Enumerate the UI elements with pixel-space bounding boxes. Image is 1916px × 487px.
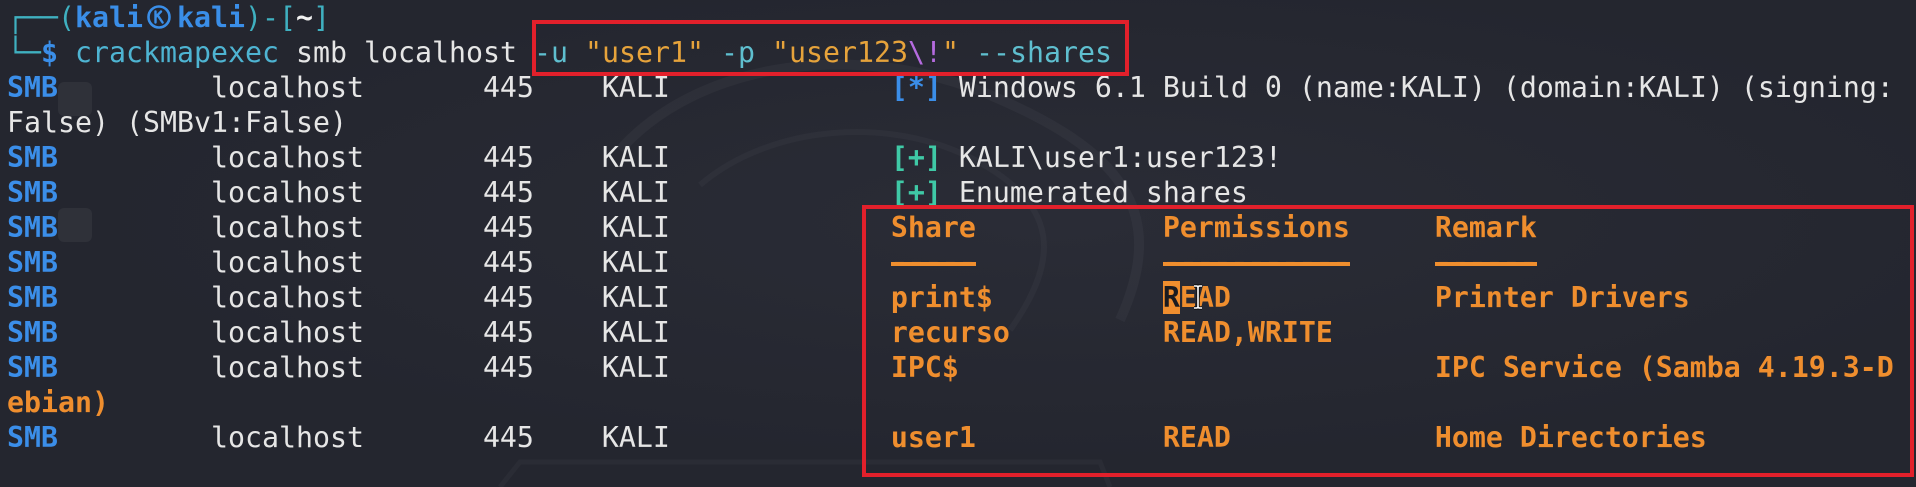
row-protocol: SMB — [7, 211, 58, 244]
command-user-value: "user1" — [584, 36, 704, 69]
share-name: print$ — [890, 281, 993, 314]
output-row-info-wrap: False) (SMBv1:False) — [7, 105, 1894, 140]
share-table-rule: SMB localhost 445 KALI ----- ----------- -----… — [7, 245, 1894, 280]
command-password-open: "user123 — [771, 36, 908, 69]
auth-message: KALI\user1:user123! — [958, 141, 1282, 174]
terminal-window[interactable]: ┌──(kali㉿kali)-[~] └─$ crackmapexec smb … — [0, 0, 1916, 487]
prompt-host: kali — [176, 1, 245, 34]
prompt-directory: ~ — [295, 1, 313, 34]
share-row: SMB localhost 445 KALI recurso READ,WRITE — [7, 315, 1894, 350]
row-host: localhost — [210, 281, 364, 314]
row-host: localhost — [210, 351, 364, 384]
output-row-info: SMB localhost 445 KALI [*] Windows 6.1 Build… — [7, 70, 1894, 105]
row-hostname: KALI — [601, 141, 670, 174]
info-message: Windows 6.1 Build 0 (name:KALI) (domain:… — [958, 71, 1894, 104]
row-port: 445 — [482, 316, 534, 349]
info-message-wrap: False) (SMBv1:False) — [7, 106, 347, 139]
prompt-user: kali — [75, 1, 143, 34]
row-hostname: KALI — [601, 316, 670, 349]
prompt-dir-close: ] — [312, 1, 330, 34]
share-name: IPC$ — [890, 351, 959, 384]
row-port: 445 — [482, 176, 534, 209]
row-hostname: KALI — [601, 281, 670, 314]
terminal-output: ┌──(kali㉿kali)-[~] └─$ crackmapexec smb … — [7, 0, 1894, 455]
row-host: localhost — [210, 211, 364, 244]
command-password-escape: \! — [907, 36, 942, 69]
row-port: 445 — [482, 211, 534, 244]
row-hostname: KALI — [601, 246, 670, 279]
row-protocol: SMB — [7, 246, 58, 279]
prompt-frame-top: ┌──( — [7, 1, 75, 34]
row-port: 445 — [482, 351, 534, 384]
row-protocol: SMB — [7, 316, 58, 349]
command-line[interactable]: └─$ crackmapexec smb localhost -u "user1… — [7, 35, 1894, 70]
rule-cell: ----- — [890, 245, 1163, 280]
row-port: 445 — [482, 141, 534, 174]
row-protocol: SMB — [7, 281, 58, 314]
prompt-dir-open: )-[ — [244, 1, 296, 34]
share-row: SMB localhost 445 KALI user1 READ Home Directo… — [7, 420, 1894, 455]
output-row-auth: SMB localhost 445 KALI [+] KALI\user1:user12… — [7, 140, 1894, 175]
share-remark: Home Directories — [1434, 421, 1707, 454]
command-program: crackmapexec — [75, 36, 279, 69]
row-protocol: SMB — [7, 141, 58, 174]
info-tag: [*] — [890, 71, 942, 104]
row-hostname: KALI — [601, 421, 670, 454]
command-target: localhost — [363, 36, 517, 69]
share-permissions: READ,WRITE — [1162, 316, 1333, 349]
share-row: SMB localhost 445 KALI print$ READ Printer Dri… — [7, 280, 1894, 315]
share-remark: Printer Drivers — [1434, 281, 1690, 314]
share-table-header: SMB localhost 445 KALI Share Permissions Remar… — [7, 210, 1894, 245]
column-header-permissions: Permissions — [1162, 211, 1350, 244]
row-hostname: KALI — [601, 176, 670, 209]
success-tag: [+] — [890, 141, 942, 174]
success-tag: [+] — [890, 176, 942, 209]
row-port: 445 — [482, 281, 534, 314]
rule-remark: ------ — [1434, 245, 1537, 280]
prompt-line-top: ┌──(kali㉿kali)-[~] — [7, 0, 1894, 35]
share-permissions — [1163, 350, 1435, 385]
row-host: localhost — [210, 421, 364, 454]
row-port: 445 — [482, 246, 534, 279]
row-hostname: KALI — [601, 211, 670, 244]
prompt-frame-bottom: └─ — [7, 36, 41, 69]
rule-share: ----- — [890, 245, 976, 280]
rule-permissions: ----------- — [1162, 245, 1350, 280]
command-password-flag: -p — [720, 36, 755, 69]
share-remark: IPC Service (Samba 4.19.3-D — [1434, 351, 1894, 384]
prompt-symbol: $ — [41, 36, 58, 69]
enum-message: Enumerated shares — [958, 176, 1248, 209]
share-row: SMB localhost 445 KALI IPC$ IPC Service (Samb… — [7, 350, 1894, 385]
rule-cell: ----------- — [1162, 245, 1435, 280]
column-header-share: Share — [890, 211, 976, 244]
row-host: localhost — [210, 246, 364, 279]
row-host: localhost — [210, 176, 364, 209]
row-protocol: SMB — [7, 176, 58, 209]
command-protocol: smb — [295, 36, 347, 69]
row-port: 445 — [482, 71, 534, 104]
share-remark-wrap: ebian) — [7, 386, 109, 419]
share-name: user1 — [890, 421, 976, 454]
output-row-enum: SMB localhost 445 KALI [+] Enumerated shares — [7, 175, 1894, 210]
row-host: localhost — [210, 316, 364, 349]
command-shares-flag: --shares — [975, 36, 1112, 69]
command-user-flag: -u — [533, 36, 568, 69]
share-row-wrap: ebian) — [7, 385, 1894, 420]
share-name: recurso — [890, 316, 1010, 349]
kali-at-symbol-icon: ㉿ — [143, 0, 177, 35]
share-permissions: READ — [1162, 421, 1231, 454]
wallpaper-dragon-outline — [500, 462, 1110, 487]
row-hostname: KALI — [601, 351, 670, 384]
row-port: 445 — [482, 421, 534, 454]
row-host: localhost — [210, 141, 364, 174]
command-password-close: " — [941, 36, 959, 69]
row-hostname: KALI — [601, 71, 670, 104]
share-permissions: READ — [1162, 281, 1231, 314]
column-header-remark: Remark — [1434, 211, 1537, 244]
row-protocol: SMB — [7, 351, 58, 384]
row-protocol: SMB — [7, 421, 58, 454]
row-host: localhost — [210, 71, 364, 104]
row-protocol: SMB — [7, 71, 58, 104]
